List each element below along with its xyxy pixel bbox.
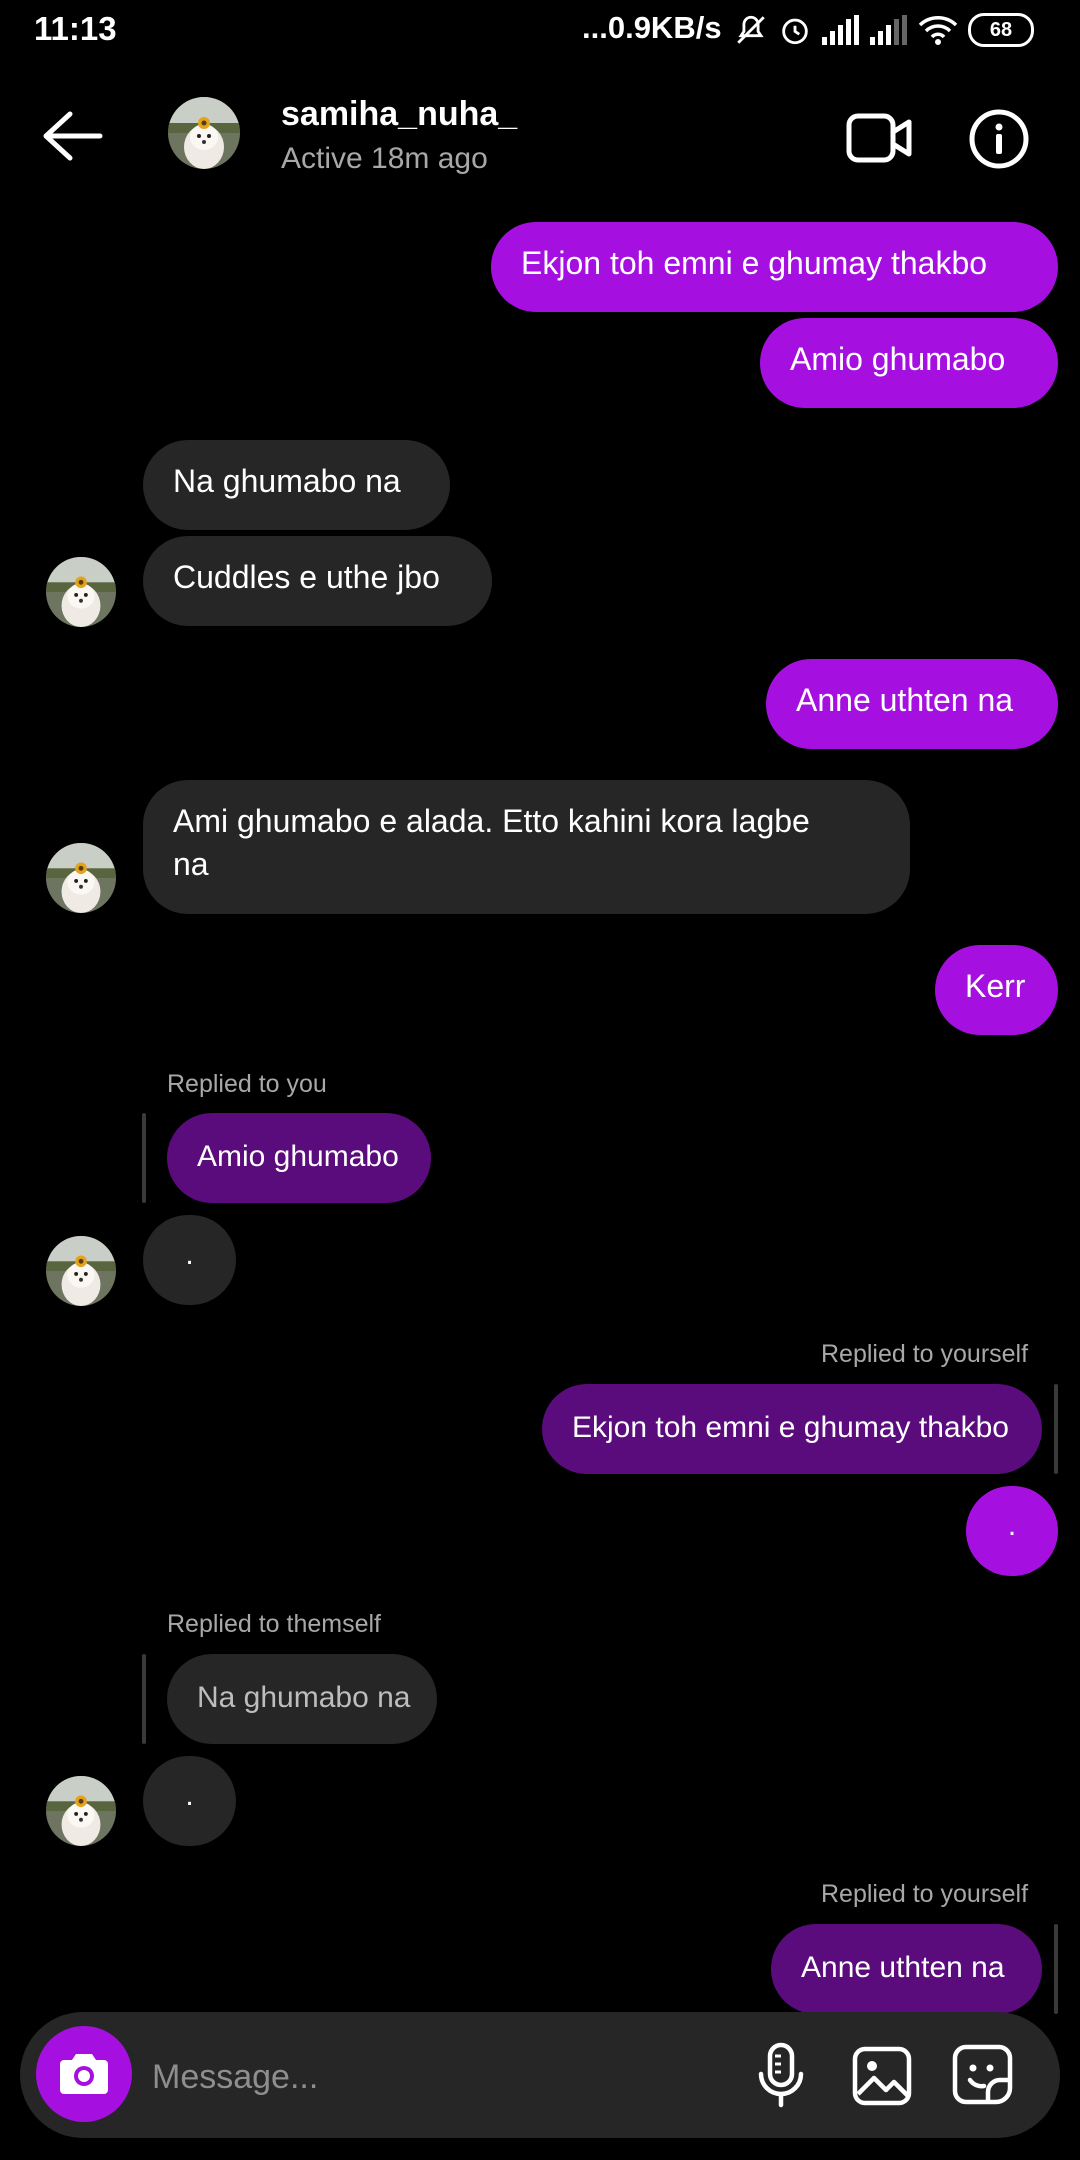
reply-indicator-line	[142, 1654, 146, 1744]
message-line: na	[173, 846, 209, 882]
quoted-message[interactable]: Ekjon toh emni e ghumay thakbo	[542, 1384, 1042, 1474]
microphone-icon[interactable]	[756, 2042, 806, 2108]
sender-avatar[interactable]	[46, 1236, 116, 1306]
message-bubble-incoming[interactable]: .	[143, 1215, 236, 1305]
message-bubble-outgoing[interactable]: Anne uthten na	[766, 659, 1058, 749]
alarm-icon	[782, 18, 808, 45]
camera-button[interactable]	[36, 2026, 132, 2122]
network-speed: ...0.9KB/s	[582, 10, 722, 45]
mute-icon	[737, 15, 765, 44]
sender-avatar[interactable]	[46, 557, 116, 627]
reply-indicator-line	[1054, 1924, 1058, 2014]
message-bubble-outgoing[interactable]: .	[966, 1486, 1058, 1576]
reply-label: Replied to themself	[167, 1610, 382, 1638]
status-time: 11:13	[34, 10, 117, 47]
reply-label: Replied to yourself	[821, 1880, 1029, 1908]
camera-icon	[60, 2054, 108, 2094]
signal-icon-2	[870, 15, 907, 45]
reply-indicator-line	[142, 1113, 146, 1203]
message-bubble-incoming[interactable]: .	[143, 1756, 236, 1846]
sender-avatar[interactable]	[46, 843, 116, 913]
status-icons: 68	[734, 8, 1034, 52]
message-input[interactable]	[150, 2046, 714, 2108]
active-status: Active 18m ago	[281, 142, 488, 175]
message-bubble-incoming[interactable]: Ami ghumabo e alada. Etto kahini kora la…	[143, 780, 910, 914]
image-icon[interactable]	[852, 2046, 912, 2106]
quoted-message[interactable]: Na ghumabo na	[167, 1654, 437, 1744]
message-bubble-outgoing[interactable]: Amio ghumabo	[760, 318, 1058, 408]
quoted-message[interactable]: Amio ghumabo	[167, 1113, 431, 1203]
wifi-icon	[918, 16, 958, 45]
message-bubble-incoming[interactable]: Cuddles e uthe jbo	[143, 536, 492, 626]
signal-icon	[822, 15, 859, 45]
avatar[interactable]	[168, 97, 240, 169]
arrow-left-icon[interactable]	[40, 108, 104, 164]
username[interactable]: samiha_nuha_	[281, 95, 517, 134]
video-camera-icon[interactable]	[846, 110, 912, 166]
message-bubble-outgoing[interactable]: Ekjon toh emni e ghumay thakbo	[491, 222, 1058, 312]
reply-label: Replied to you	[167, 1070, 327, 1098]
message-bubble-incoming[interactable]: Na ghumabo na	[143, 440, 450, 530]
battery-indicator: 68	[968, 13, 1034, 47]
sender-avatar[interactable]	[46, 1776, 116, 1846]
quoted-message[interactable]: Anne uthten na	[771, 1924, 1042, 2014]
reply-label: Replied to yourself	[821, 1340, 1029, 1368]
sticker-icon[interactable]	[952, 2044, 1014, 2106]
message-bubble-outgoing[interactable]: Kerr	[935, 945, 1058, 1035]
info-icon[interactable]	[968, 108, 1030, 170]
message-line: Ami ghumabo e alada. Etto kahini kora la…	[173, 803, 810, 839]
reply-indicator-line	[1054, 1384, 1058, 1474]
